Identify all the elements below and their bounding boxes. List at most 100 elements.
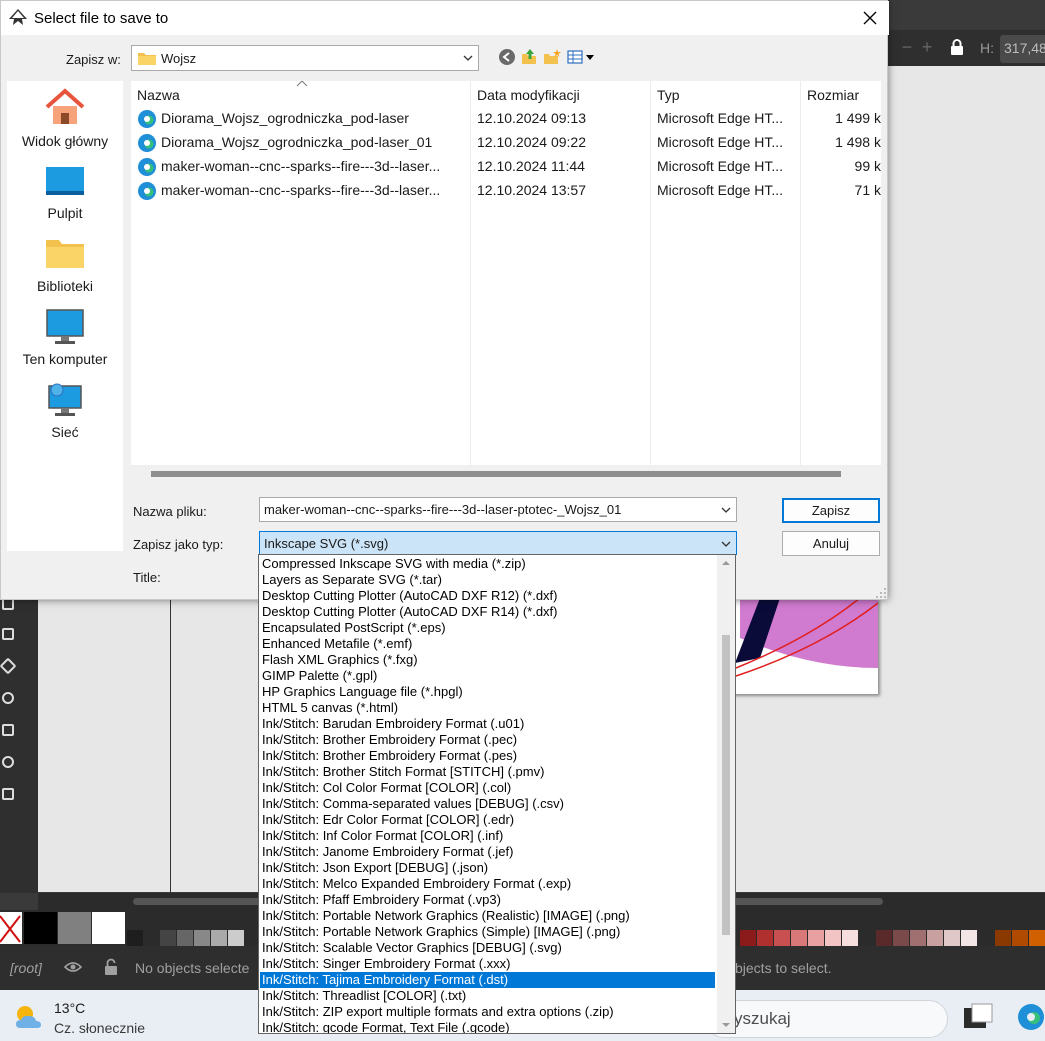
tool-icon-2[interactable] — [2, 628, 14, 640]
filetype-option[interactable]: Ink/Stitch: Scalable Vector Graphics [DE… — [260, 940, 715, 956]
filetype-option[interactable]: Ink/Stitch: Singer Embroidery Format (.x… — [260, 956, 715, 972]
new-folder-icon[interactable] — [543, 48, 561, 66]
place-network[interactable]: Sieć — [7, 380, 123, 450]
place-home[interactable]: Widok główny — [7, 85, 123, 155]
filetype-option[interactable]: Ink/Stitch: Brother Embroidery Format (.… — [260, 748, 715, 764]
filetype-option[interactable]: Flash XML Graphics (*.fxg) — [260, 652, 715, 668]
dropdown-scroll-thumb[interactable] — [722, 635, 730, 935]
view-menu-icon[interactable] — [567, 48, 595, 66]
column-header-date[interactable]: Data modyfikacji — [477, 87, 580, 103]
palette-swatch[interactable] — [177, 930, 193, 946]
layer-indicator[interactable]: [root] — [10, 960, 42, 976]
filetype-option[interactable]: Ink/Stitch: Col Color Format [COLOR] (.c… — [260, 780, 715, 796]
pages-tool-icon[interactable] — [2, 788, 14, 800]
palette-swatch[interactable] — [944, 930, 960, 946]
palette-swatch[interactable] — [211, 930, 227, 946]
height-input[interactable]: 317,48 — [1000, 35, 1045, 63]
place-libraries[interactable]: Biblioteki — [7, 234, 123, 304]
filetype-option[interactable]: Layers as Separate SVG (*.tar) — [260, 572, 715, 588]
filetype-option[interactable]: Ink/Stitch: Comma-separated values [DEBU… — [260, 796, 715, 812]
palette-swatch[interactable] — [825, 930, 841, 946]
filetype-option[interactable]: Encapsulated PostScript (*.eps) — [260, 620, 715, 636]
filetype-option[interactable]: Ink/Stitch: Json Export [DEBUG] (.json) — [260, 860, 715, 876]
filetype-option[interactable]: Ink/Stitch: Janome Embroidery Format (.j… — [260, 844, 715, 860]
palette-swatch[interactable] — [995, 930, 1011, 946]
edge-browser-icon[interactable] — [1016, 1002, 1045, 1032]
no-paint-swatch[interactable] — [0, 912, 22, 944]
filetype-option[interactable]: GIMP Palette (*.gpl) — [260, 668, 715, 684]
column-header-size[interactable]: Rozmiar — [807, 87, 859, 103]
filetype-option[interactable]: Desktop Cutting Plotter (AutoCAD DXF R12… — [260, 588, 715, 604]
filetype-option[interactable]: Ink/Stitch: Barudan Embroidery Format (.… — [260, 716, 715, 732]
palette-swatch[interactable] — [757, 930, 773, 946]
dialog-titlebar[interactable]: Select file to save to — [1, 1, 889, 35]
filetype-option[interactable]: HTML 5 canvas (*.html) — [260, 700, 715, 716]
cancel-button[interactable]: Anuluj — [782, 531, 880, 556]
filetype-option[interactable]: Desktop Cutting Plotter (AutoCAD DXF R14… — [260, 604, 715, 620]
dropdown-scrollbar[interactable] — [717, 555, 735, 1033]
filetype-option[interactable]: Ink/Stitch: Melco Expanded Embroidery Fo… — [260, 876, 715, 892]
save-in-combobox[interactable]: Wojsz — [131, 45, 479, 71]
filetype-option[interactable]: Ink/Stitch: Portable Network Graphics (S… — [260, 924, 715, 940]
filetype-option[interactable]: Ink/Stitch: Threadlist [COLOR] (.txt) — [260, 988, 715, 1004]
file-row[interactable]: Diorama_Wojsz_ogrodniczka_pod-laser 12.10… — [131, 107, 881, 131]
file-list[interactable]: Nazwa Data modyfikacji Typ Rozmiar Diora… — [131, 81, 881, 465]
filetype-option[interactable]: Ink/Stitch: Inf Color Format [COLOR] (.i… — [260, 828, 715, 844]
filetype-option[interactable]: Ink/Stitch: Brother Stitch Format [STITC… — [260, 764, 715, 780]
palette-swatch[interactable] — [842, 930, 858, 946]
zoom-tool-icon[interactable] — [2, 756, 14, 768]
place-this-pc[interactable]: Ten komputer — [7, 307, 123, 377]
taskbar-search-box[interactable]: yszukaj — [705, 1000, 948, 1038]
resize-grip-icon[interactable] — [875, 587, 887, 599]
palette-swatch[interactable] — [1012, 930, 1028, 946]
scroll-down-icon[interactable] — [722, 1021, 730, 1029]
filetype-option[interactable]: Enhanced Metafile (*.emf) — [260, 636, 715, 652]
text-tool-icon[interactable] — [2, 724, 14, 736]
palette-swatch[interactable] — [194, 930, 210, 946]
connector-tool-icon[interactable] — [2, 692, 14, 704]
palette-swatch[interactable] — [808, 930, 824, 946]
save-button[interactable]: Zapisz — [782, 498, 880, 523]
file-row[interactable]: maker-woman--cnc--sparks--fire---3d--las… — [131, 179, 881, 203]
lock-icon[interactable] — [948, 38, 966, 56]
file-list-horizontal-scrollbar[interactable] — [131, 465, 881, 481]
taskbar-app-icon[interactable] — [962, 1002, 994, 1032]
eraser-tool-icon[interactable] — [0, 657, 17, 675]
gray-swatch[interactable] — [58, 912, 91, 944]
filetype-dropdown-list[interactable]: Compressed Inkscape SVG with media (*.zi… — [258, 554, 736, 1034]
filetype-option[interactable]: Ink/Stitch: gcode Format, Text File (.gc… — [260, 1020, 715, 1033]
filetype-option[interactable]: Ink/Stitch: Portable Network Graphics (R… — [260, 908, 715, 924]
close-button[interactable] — [851, 1, 889, 35]
filetype-option[interactable]: Ink/Stitch: Tajima Embroidery Format (.d… — [260, 972, 715, 988]
palette-swatch[interactable] — [740, 930, 756, 946]
layer-lock-icon[interactable] — [103, 958, 119, 976]
file-row[interactable]: maker-woman--cnc--sparks--fire---3d--las… — [131, 155, 881, 179]
filetype-option[interactable]: Ink/Stitch: Edr Color Format [COLOR] (.e… — [260, 812, 715, 828]
plus-button[interactable]: + — [918, 36, 936, 58]
filetype-option[interactable]: HP Graphics Language file (*.hpgl) — [260, 684, 715, 700]
palette-swatch[interactable] — [961, 930, 977, 946]
scroll-up-icon[interactable] — [722, 559, 730, 567]
white-swatch[interactable] — [92, 912, 125, 944]
palette-swatch[interactable] — [127, 930, 143, 946]
palette-swatch[interactable] — [1029, 930, 1045, 946]
weather-sun-cloud-icon[interactable] — [12, 1002, 46, 1032]
filetype-option[interactable]: Ink/Stitch: Pfaff Embroidery Format (.vp… — [260, 892, 715, 908]
file-list-scroll-thumb[interactable] — [151, 471, 841, 477]
palette-swatch[interactable] — [910, 930, 926, 946]
weather-temperature[interactable]: 13°C — [54, 1000, 85, 1016]
black-swatch[interactable] — [24, 912, 57, 944]
filetype-select[interactable]: Inkscape SVG (*.svg) — [259, 531, 737, 555]
palette-swatch[interactable] — [893, 930, 909, 946]
file-row[interactable]: Diorama_Wojsz_ogrodniczka_pod-laser_01 12… — [131, 131, 881, 155]
palette-swatch[interactable] — [791, 930, 807, 946]
palette-swatch[interactable] — [774, 930, 790, 946]
palette-swatch[interactable] — [228, 930, 244, 946]
column-header-name[interactable]: Nazwa — [137, 87, 180, 103]
palette-swatch[interactable] — [876, 930, 892, 946]
eye-icon[interactable] — [64, 958, 82, 976]
chevron-down-icon[interactable] — [720, 504, 732, 516]
filetype-option[interactable]: Compressed Inkscape SVG with media (*.zi… — [260, 556, 715, 572]
weather-condition[interactable]: Cz. słonecznie — [54, 1020, 145, 1036]
minus-button[interactable]: − — [898, 36, 916, 58]
